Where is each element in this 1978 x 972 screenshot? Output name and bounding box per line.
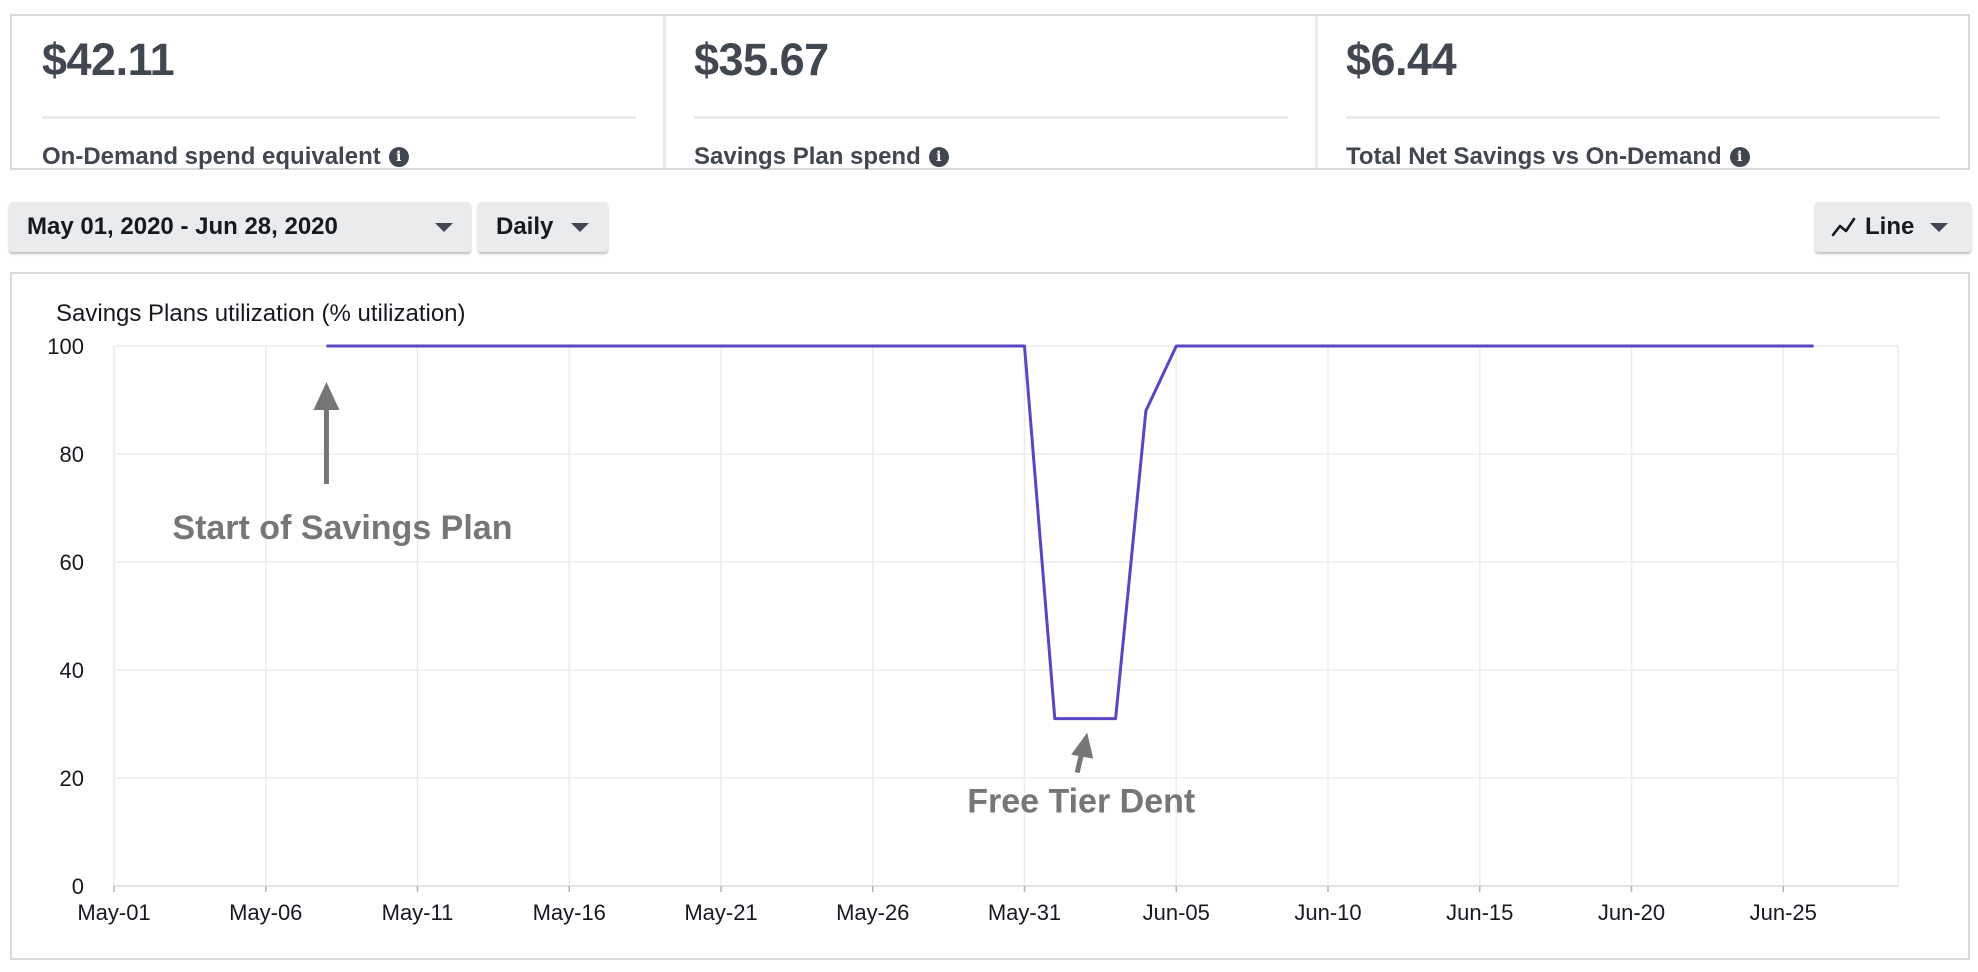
chart-title: Savings Plans utilization (% utilization… (56, 300, 466, 327)
dent-annotation-label: Free Tier Dent (967, 783, 1195, 821)
card-divider (42, 116, 636, 119)
info-icon[interactable]: i (388, 147, 409, 167)
x-tick-label: May-16 (533, 900, 606, 925)
caret-down-icon (435, 222, 453, 232)
on-demand-spend-card: $42.11 On-Demand spend equivalent i (12, 16, 664, 171)
chart-annotations: Start of Savings Plan Free Tier Dent (172, 382, 1195, 821)
card-divider (694, 116, 1288, 119)
net-savings-label: Total Net Savings vs On-Demand (1346, 143, 1722, 170)
summary-panel: $42.11 On-Demand spend equivalent i $35.… (10, 14, 1970, 170)
net-savings-label-row: Total Net Savings vs On-Demand i (1346, 143, 1750, 171)
date-range-dropdown[interactable]: May 01, 2020 - Jun 28, 2020 (9, 202, 471, 252)
x-tick-label: May-21 (684, 900, 757, 925)
granularity-label: Daily (496, 213, 554, 240)
caret-down-icon (571, 222, 590, 232)
x-tick-label: May-31 (988, 900, 1061, 925)
x-tick-label: May-11 (382, 900, 454, 925)
info-icon[interactable]: i (928, 147, 949, 167)
chart-panel: Savings Plans utilization (% utilization… (10, 272, 1970, 960)
chart-type-dropdown[interactable]: Line (1815, 202, 1971, 252)
x-tick-label: Jun-20 (1598, 900, 1665, 925)
utilization-chart: Savings Plans utilization (% utilization… (47, 300, 1899, 925)
net-savings-card: $6.44 Total Net Savings vs On-Demand i (1315, 16, 1968, 171)
savings-plan-spend-label-row: Savings Plan spend i (694, 143, 949, 171)
x-tick-label: Jun-25 (1750, 900, 1817, 925)
x-tick-label: Jun-10 (1294, 900, 1361, 925)
x-tick-label: Jun-15 (1446, 900, 1513, 925)
x-tick-label: May-06 (229, 900, 302, 925)
caret-down-icon (1930, 222, 1949, 232)
info-icon[interactable]: i (1729, 147, 1750, 167)
on-demand-spend-label-row: On-Demand spend equivalent i (42, 143, 409, 171)
y-tick-label: 40 (60, 658, 84, 683)
savings-plan-spend-label: Savings Plan spend (694, 143, 921, 170)
y-tick-label: 100 (47, 334, 84, 359)
savings-plan-spend-card: $35.67 Savings Plan spend i (663, 16, 1316, 171)
savings-plan-spend-value: $35.67 (694, 34, 829, 85)
line-chart-icon (1831, 217, 1856, 237)
net-savings-value: $6.44 (1346, 34, 1457, 85)
chart-series (326, 344, 1814, 721)
x-tick-label: May-26 (836, 900, 909, 925)
y-tick-label: 60 (60, 550, 84, 575)
card-divider (1346, 116, 1940, 119)
start-annotation-label: Start of Savings Plan (172, 509, 512, 547)
x-tick-label: Jun-05 (1143, 900, 1210, 925)
x-tick-label: May-01 (77, 900, 150, 925)
y-tick-label: 0 (72, 874, 84, 899)
utilization-line (326, 344, 1814, 721)
chart-type-label: Line (1865, 213, 1915, 240)
on-demand-spend-value: $42.11 (42, 34, 175, 85)
date-range-label: May 01, 2020 - Jun 28, 2020 (27, 213, 338, 240)
y-tick-label: 20 (60, 766, 84, 791)
arrow-up-icon (313, 382, 340, 410)
y-tick-label: 80 (60, 442, 84, 467)
arrow-up-icon (1071, 732, 1094, 759)
on-demand-spend-label: On-Demand spend equivalent (42, 143, 381, 170)
chart-axes: 0 20 40 60 80 100 May-01 May-06 May-11 May-16 May-… (47, 334, 1817, 925)
granularity-dropdown[interactable]: Daily (478, 202, 608, 252)
